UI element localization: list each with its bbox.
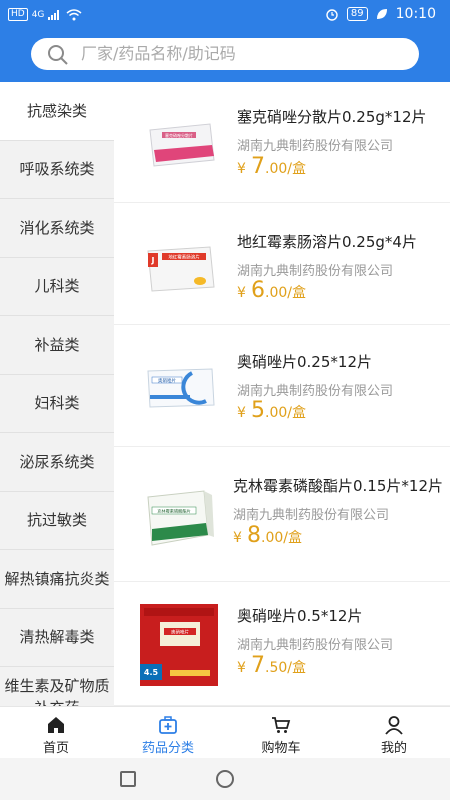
product-image: 克林霉素磷酸酯片 [147, 490, 214, 546]
product-maker: 湖南九典制药股份有限公司 [233, 508, 390, 523]
leaf-icon [376, 9, 387, 19]
svg-text:克林霉素磷酸酯片: 克林霉素磷酸酯片 [157, 508, 191, 515]
product-name: 克林霉素磷酸酯片0.15片*12片 [233, 477, 443, 495]
product-maker: 湖南九典制药股份有限公司 [237, 638, 394, 653]
tab-cart[interactable]: 购物车 [225, 707, 337, 759]
status-bar: HD 4G 89 10:10 [0, 0, 450, 30]
category-item[interactable]: 维生素及矿物质补充药 [0, 667, 114, 706]
home-button[interactable] [216, 770, 234, 788]
recent-apps-button[interactable] [120, 771, 136, 787]
product-maker: 湖南九典制药股份有限公司 [237, 139, 394, 154]
svg-text:奥硝唑片: 奥硝唑片 [158, 377, 176, 384]
medicine-box-icon [159, 716, 177, 734]
product-price: ¥ 6.00/盒 [237, 278, 306, 303]
svg-text:4.5: 4.5 [144, 668, 159, 677]
product-image: 奥硝唑片 [147, 368, 215, 408]
user-icon [385, 716, 403, 735]
signal-icon [48, 9, 60, 20]
product-item[interactable]: 塞克硝唑分散片 塞克硝唑分散片0.25g*12片 湖南九典制药股份有限公司 ¥ … [114, 82, 450, 203]
category-item[interactable]: 呼吸系统类 [0, 141, 114, 199]
category-item[interactable]: 清热解毒类 [0, 609, 114, 667]
product-image: J 地红霉素肠溶片 [147, 246, 215, 292]
svg-text:地红霉素肠溶片: 地红霉素肠溶片 [168, 254, 200, 261]
wifi-icon [66, 8, 82, 20]
tab-medicine-category[interactable]: 药品分类 [112, 707, 224, 759]
clock: 10:10 [395, 6, 436, 22]
category-item-active[interactable]: 抗感染类 [0, 82, 114, 141]
product-image: 奥硝唑片 4.5 [140, 604, 218, 686]
alarm-icon [326, 9, 338, 21]
product-item[interactable]: 克林霉素磷酸酯片 克林霉素磷酸酯片0.15片*12片 湖南九典制药股份有限公司 … [114, 447, 450, 582]
system-nav-bar [0, 758, 450, 800]
search-input[interactable]: 厂家/药品名称/助记码 [31, 38, 419, 70]
signal-label: 4G [31, 9, 45, 20]
product-name: 奥硝唑片0.5*12片 [237, 607, 363, 625]
bottom-tab-bar: 首页 药品分类 购物车 我的 [0, 706, 450, 758]
product-list[interactable]: 塞克硝唑分散片 塞克硝唑分散片0.25g*12片 湖南九典制药股份有限公司 ¥ … [114, 82, 450, 706]
tab-home[interactable]: 首页 [0, 707, 112, 759]
tab-label: 药品分类 [141, 741, 194, 756]
tab-profile[interactable]: 我的 [338, 707, 450, 759]
product-name: 奥硝唑片0.25*12片 [237, 353, 372, 371]
product-item[interactable]: 奥硝唑片 奥硝唑片0.25*12片 湖南九典制药股份有限公司 ¥ 5.00/盒 [114, 325, 450, 447]
tab-label: 首页 [42, 741, 69, 756]
category-sidebar[interactable]: 抗感染类 呼吸系统类 消化系统类 儿科类 补益类 妇科类 泌尿系统类 抗过敏类 … [0, 82, 114, 706]
tab-label: 我的 [380, 741, 407, 756]
network-badge: HD [8, 8, 28, 21]
app-header: HD 4G 89 10:10 厂家/药品名称/助记码 [0, 0, 450, 82]
product-image: 塞克硝唑分散片 [149, 123, 215, 167]
category-item[interactable]: 补益类 [0, 316, 114, 375]
product-item[interactable]: 奥硝唑片 4.5 奥硝唑片0.5*12片 湖南九典制药股份有限公司 ¥ 7.50… [114, 582, 450, 706]
tab-label: 购物车 [261, 741, 301, 756]
category-item[interactable]: 解热镇痛抗炎类 [0, 550, 114, 609]
product-item[interactable]: J 地红霉素肠溶片 地红霉素肠溶片0.25g*4片 湖南九典制药股份有限公司 ¥… [114, 203, 450, 325]
category-item[interactable]: 儿科类 [0, 258, 114, 316]
category-item[interactable]: 妇科类 [0, 375, 114, 433]
cart-icon [272, 717, 291, 733]
home-icon [48, 717, 64, 733]
product-price: ¥ 7.00/盒 [237, 154, 306, 179]
product-price: ¥ 8.00/盒 [233, 523, 302, 548]
product-maker: 湖南九典制药股份有限公司 [237, 264, 394, 279]
product-name: 塞克硝唑分散片0.25g*12片 [237, 108, 427, 126]
category-item[interactable]: 消化系统类 [0, 199, 114, 258]
battery-level: 89 [346, 7, 368, 21]
svg-text:塞克硝唑分散片: 塞克硝唑分散片 [165, 132, 193, 138]
category-item[interactable]: 泌尿系统类 [0, 433, 114, 492]
category-item[interactable]: 抗过敏类 [0, 492, 114, 550]
svg-text:奥硝唑片: 奥硝唑片 [171, 629, 189, 636]
product-price: ¥ 5.00/盒 [237, 398, 306, 423]
product-price: ¥ 7.50/盒 [237, 653, 306, 678]
product-name: 地红霉素肠溶片0.25g*4片 [237, 233, 417, 251]
product-maker: 湖南九典制药股份有限公司 [237, 384, 394, 399]
search-icon [48, 45, 68, 65]
svg-text:J: J [151, 256, 155, 265]
search-placeholder: 厂家/药品名称/助记码 [81, 44, 236, 63]
